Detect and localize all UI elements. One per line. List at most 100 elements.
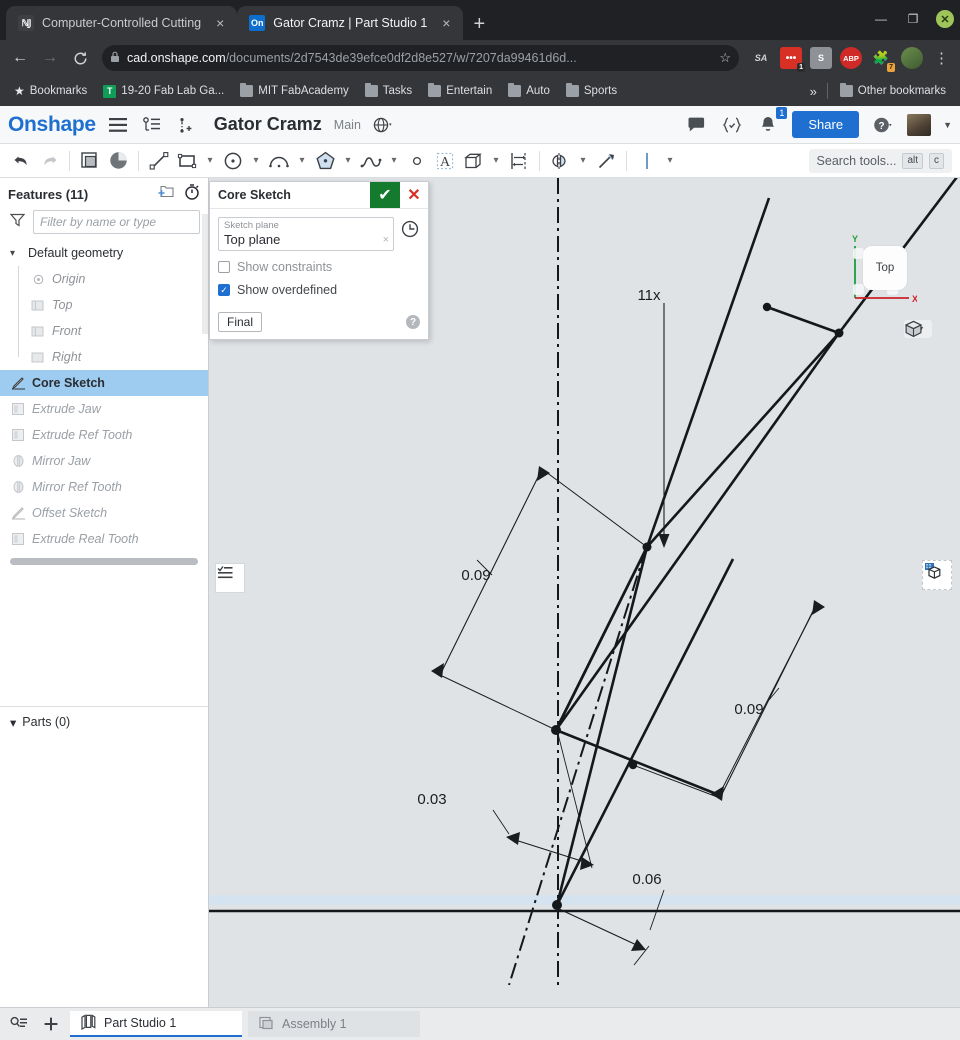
bookmarks-manager-button[interactable]: ★ Bookmarks <box>8 81 93 101</box>
globe-icon[interactable] <box>371 113 395 137</box>
user-menu-chevron-down-icon[interactable]: ▼ <box>943 120 952 130</box>
tab-manager-icon[interactable] <box>6 1011 32 1037</box>
tree-node-extrude-jaw[interactable]: Extrude Jaw <box>0 396 208 422</box>
new-tab-button[interactable]: + <box>463 14 495 40</box>
text-tool-icon[interactable]: A <box>432 148 458 174</box>
rollback-timer-icon[interactable] <box>184 183 200 205</box>
use-project-icon[interactable] <box>460 148 486 174</box>
parts-section-header[interactable]: ▾ Parts (0) <box>0 707 208 737</box>
tree-node-offset-sketch[interactable]: Offset Sketch <box>0 500 208 526</box>
notifications-icon[interactable]: 1 <box>756 106 788 137</box>
s-extension-icon[interactable]: S <box>810 47 832 69</box>
redo-icon[interactable] <box>36 148 62 174</box>
tree-node-front[interactable]: Front <box>0 318 208 344</box>
version-history-icon[interactable] <box>140 113 164 137</box>
puzzle-extension-icon[interactable]: 🧩 7 <box>870 47 895 72</box>
bookmark-item-0[interactable]: T 19-20 Fab Lab Ga... <box>97 82 230 101</box>
share-button[interactable]: Share <box>792 111 860 138</box>
feature-filter-input[interactable]: Filter by name or type <box>33 210 200 234</box>
copy-paste-icon[interactable] <box>77 148 103 174</box>
show-constraints-checkbox[interactable] <box>218 261 230 273</box>
sketch-plane-field[interactable]: Sketch plane Top plane × <box>218 217 394 251</box>
trim-extend-icon[interactable] <box>593 148 619 174</box>
document-tab-part-studio-1[interactable]: Part Studio 1 <box>70 1011 242 1037</box>
browser-menu-icon[interactable]: ⋮ <box>929 49 954 67</box>
sketch-panel-toggle-icon[interactable] <box>215 563 245 593</box>
dialog-help-icon[interactable]: ? <box>406 315 420 329</box>
tree-node-origin[interactable]: Origin <box>0 266 208 292</box>
document-tab-assembly-1[interactable]: Assembly 1 <box>248 1011 420 1037</box>
forward-icon[interactable]: → <box>36 44 64 72</box>
tree-node-core-sketch[interactable]: Core Sketch <box>0 370 208 396</box>
show-overdefined-checkbox[interactable] <box>218 284 230 296</box>
bookmark-item-4[interactable]: Auto <box>502 82 556 100</box>
tree-node-mirror-jaw[interactable]: Mirror Jaw <box>0 448 208 474</box>
tree-node-extrude-real-tooth[interactable]: Extrude Real Tooth <box>0 526 208 552</box>
spline-chevron-down-icon[interactable]: ▾ <box>386 148 402 174</box>
spline-tool-icon[interactable] <box>358 148 384 174</box>
show-constraints-row[interactable]: Show constraints <box>218 260 420 274</box>
maximize-icon[interactable]: ❐ <box>904 10 922 28</box>
bookmark-item-3[interactable]: Entertain <box>422 82 498 100</box>
comments-icon[interactable] <box>684 113 708 137</box>
sa-extension-icon[interactable]: SA <box>750 47 772 69</box>
dialog-accept-button[interactable]: ✔ <box>370 182 400 208</box>
address-bar[interactable]: cad.onshape.com/documents/2d7543de39efce… <box>102 45 739 71</box>
arc-chevron-down-icon[interactable]: ▾ <box>294 148 310 174</box>
help-icon[interactable]: ? <box>871 113 895 137</box>
polygon-chevron-down-icon[interactable]: ▾ <box>340 148 356 174</box>
tree-node-extrude-ref-tooth[interactable]: Extrude Ref Tooth <box>0 422 208 448</box>
hamburger-menu-icon[interactable] <box>106 113 130 137</box>
tree-node-right[interactable]: Right <box>0 344 208 370</box>
back-icon[interactable]: ← <box>6 44 34 72</box>
add-branch-icon[interactable] <box>174 113 198 137</box>
close-icon[interactable]: ✕ <box>936 10 954 28</box>
line-tool-icon[interactable] <box>146 148 172 174</box>
tree-node-default-geometry[interactable]: ▾ Default geometry <box>0 240 208 266</box>
show-overdefined-row[interactable]: Show overdefined <box>218 283 420 297</box>
mirror-chevron-down-icon[interactable]: ▾ <box>575 148 591 174</box>
use-chevron-down-icon[interactable]: ▾ <box>488 148 504 174</box>
other-bookmarks-folder[interactable]: Other bookmarks <box>834 82 952 100</box>
browser-tab-2-close-icon[interactable]: × <box>439 14 453 32</box>
user-avatar[interactable] <box>907 113 932 136</box>
point-tool-icon[interactable] <box>404 148 430 174</box>
sketch-plane-history-icon[interactable] <box>400 219 420 239</box>
view-cube-face-top[interactable]: Top <box>863 246 907 290</box>
display-mode-dropdown[interactable]: ▼ <box>904 320 932 338</box>
profile-avatar[interactable] <box>901 47 923 69</box>
dimension-tool-icon[interactable] <box>506 148 532 174</box>
onshape-logo[interactable]: Onshape <box>8 113 96 137</box>
sketch-plane-clear-icon[interactable]: × <box>383 234 389 246</box>
filter-icon[interactable] <box>9 213 26 232</box>
tree-node-mirror-ref-tooth[interactable]: Mirror Ref Tooth <box>0 474 208 500</box>
view-cube[interactable]: Y X Top <box>849 234 917 304</box>
featurescript-icon[interactable] <box>720 113 744 137</box>
construction-mode-icon[interactable] <box>634 148 660 174</box>
final-button[interactable]: Final <box>218 312 263 332</box>
red-extension-icon[interactable]: ••• 1 <box>780 47 805 72</box>
circle-tool-icon[interactable] <box>220 148 246 174</box>
tree-node-top[interactable]: Top <box>0 292 208 318</box>
browser-tab-1[interactable]: ℕ𝕁 Computer-Controlled Cutting × <box>6 6 238 40</box>
dialog-cancel-button[interactable]: ✕ <box>400 182 428 208</box>
chevron-down-icon[interactable]: ▾ <box>10 715 16 730</box>
browser-tab-1-close-icon[interactable]: × <box>213 14 227 32</box>
rectangle-chevron-down-icon[interactable]: ▾ <box>202 148 218 174</box>
feature-tree-horizontal-scrollbar[interactable] <box>10 558 198 565</box>
undo-icon[interactable] <box>8 148 34 174</box>
new-folder-icon[interactable] <box>157 184 174 204</box>
bookmark-item-5[interactable]: Sports <box>560 82 623 100</box>
chevron-down-icon[interactable]: ▾ <box>10 248 22 259</box>
adblock-extension-icon[interactable]: ABP <box>840 47 862 69</box>
core-sketch-dialog[interactable]: Core Sketch ✔ ✕ Sketch plane Top plane × <box>209 181 429 340</box>
add-tab-icon[interactable] <box>38 1011 64 1037</box>
browser-tab-2[interactable]: On Gator Cramz | Part Studio 1 × <box>237 6 464 40</box>
section-view-icon[interactable] <box>105 148 131 174</box>
reload-icon[interactable] <box>66 44 94 72</box>
arc-tool-icon[interactable] <box>266 148 292 174</box>
minimize-icon[interactable]: — <box>872 10 890 28</box>
mirror-tool-icon[interactable] <box>547 148 573 174</box>
search-tools[interactable]: Search tools... alt c <box>808 148 952 173</box>
display-panel-icon[interactable] <box>922 560 952 590</box>
